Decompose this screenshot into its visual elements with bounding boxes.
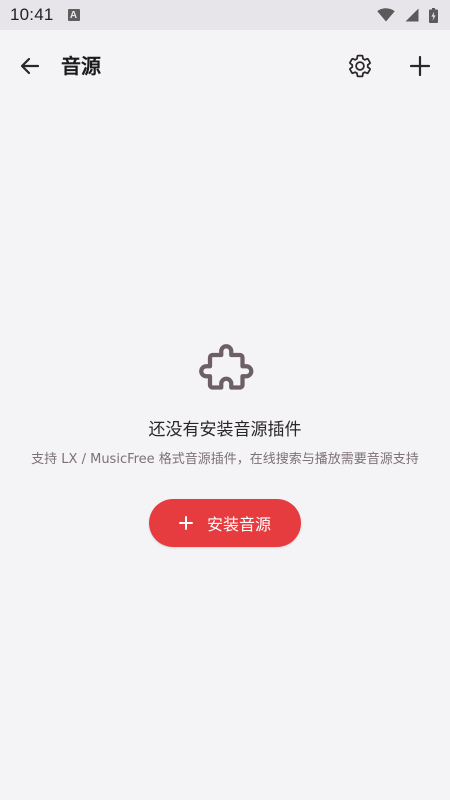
signal-icon [405, 8, 419, 22]
status-bar: 10:41 A [0, 0, 450, 30]
empty-title: 还没有安装音源插件 [148, 420, 302, 440]
plus-icon [178, 516, 193, 530]
install-button-label: 安装音源 [206, 515, 271, 534]
notification-a-icon: A [67, 9, 80, 21]
app-bar: 音源 [0, 30, 450, 102]
wifi-icon [377, 8, 395, 22]
back-button[interactable] [8, 44, 52, 88]
page-title: 音源 [61, 54, 101, 78]
status-time: 10:41 [10, 5, 54, 24]
arrow-left-icon [20, 57, 40, 75]
puzzle-piece-icon [199, 344, 254, 390]
gear-icon [349, 54, 371, 78]
install-source-button[interactable]: 安装音源 [149, 499, 301, 547]
empty-description: 支持 LX / MusicFree 格式音源插件，在线搜索与播放需要音源支持 [31, 452, 419, 467]
battery-icon [429, 7, 438, 23]
plus-icon [409, 55, 431, 77]
empty-state: 还没有安装音源插件 支持 LX / MusicFree 格式音源插件，在线搜索与… [0, 340, 450, 547]
settings-button[interactable] [338, 44, 382, 88]
status-icons [377, 7, 438, 23]
add-source-button[interactable] [398, 44, 442, 88]
